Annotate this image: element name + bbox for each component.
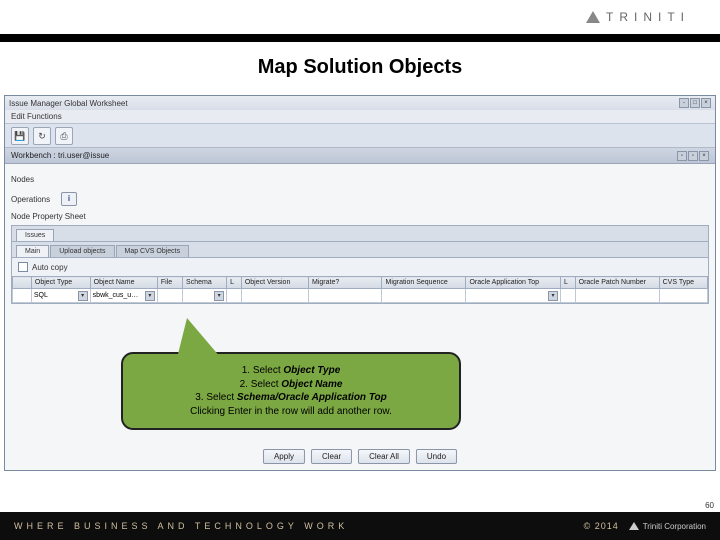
chevron-down-icon[interactable]: ▾: [548, 291, 558, 301]
cell-file[interactable]: [157, 289, 182, 303]
slide-top-bar: TRINITI: [0, 0, 720, 34]
apply-button[interactable]: Apply: [263, 449, 305, 464]
footer-logo: Triniti Corporation: [629, 522, 706, 531]
slide-title: Map Solution Objects: [0, 42, 720, 95]
footer-copyright: © 2014: [584, 521, 619, 531]
cell-cvs-type[interactable]: [659, 289, 707, 303]
panel-max2-icon[interactable]: ▫: [688, 151, 698, 161]
toolbar: 💾 ↻ ⎙: [5, 124, 715, 148]
auto-copy-checkbox[interactable]: [18, 262, 28, 272]
col-migration-sequence[interactable]: Migration Sequence: [382, 277, 466, 289]
panel-close-icon[interactable]: ×: [699, 151, 709, 161]
brand-name: TRINITI: [606, 10, 690, 24]
col-l2[interactable]: L: [560, 277, 575, 289]
undo-button[interactable]: Undo: [416, 449, 457, 464]
window-controls: - □ ×: [679, 98, 711, 108]
tab-strip-2: Main Upload objects Map CVS Objects: [12, 242, 708, 258]
chevron-down-icon[interactable]: ▾: [214, 291, 224, 301]
panel-max-icon[interactable]: ▫: [677, 151, 687, 161]
tab-strip-1: Issues: [12, 226, 708, 242]
cell-l2[interactable]: [560, 289, 575, 303]
action-bar: Apply Clear Clear All Undo: [263, 449, 457, 464]
window-title: Issue Manager Global Worksheet: [9, 99, 128, 108]
cell-oracle-patch[interactable]: [575, 289, 659, 303]
triangle-icon: [629, 522, 639, 530]
brand-logo: TRINITI: [586, 10, 690, 24]
chevron-down-icon[interactable]: ▾: [145, 291, 155, 301]
cell-schema[interactable]: ▾: [183, 289, 227, 303]
objects-table: Object Type Object Name File Schema L Ob…: [12, 276, 708, 303]
workbench-label: Workbench : tri.user@issue: [11, 151, 109, 160]
property-panel: Issues Main Upload objects Map CVS Objec…: [11, 225, 709, 304]
tab-issues[interactable]: Issues: [16, 229, 54, 241]
clear-all-button[interactable]: Clear All: [358, 449, 410, 464]
col-migrate[interactable]: Migrate?: [309, 277, 382, 289]
menu-bar[interactable]: Edit Functions: [5, 110, 715, 124]
table-row[interactable]: SQL▾ sbwk_cus_u…▾ ▾: [13, 289, 708, 303]
footer-tagline: WHERE BUSINESS AND TECHNOLOGY WORK: [14, 521, 348, 531]
cell-object-version[interactable]: [241, 289, 308, 303]
instruction-callout: 1. Select Object Type 2. Select Object N…: [121, 352, 461, 430]
col-oracle-app-top[interactable]: Oracle Application Top: [466, 277, 560, 289]
cell-object-name[interactable]: sbwk_cus_u…▾: [90, 289, 157, 303]
cell-migration-sequence[interactable]: [382, 289, 466, 303]
maximize-icon[interactable]: □: [690, 98, 700, 108]
col-object-type[interactable]: Object Type: [31, 277, 90, 289]
divider-band: [0, 34, 720, 42]
chevron-down-icon[interactable]: ▾: [78, 291, 88, 301]
workbench-header: Workbench : tri.user@issue ▫ ▫ ×: [5, 148, 715, 164]
close-icon[interactable]: ×: [701, 98, 711, 108]
window-title-bar[interactable]: Issue Manager Global Worksheet - □ ×: [5, 96, 715, 110]
save-icon[interactable]: 💾: [11, 127, 29, 145]
tab-main[interactable]: Main: [16, 245, 49, 257]
col-blank[interactable]: [13, 277, 32, 289]
col-object-version[interactable]: Object Version: [241, 277, 308, 289]
cell-object-type[interactable]: SQL▾: [31, 289, 90, 303]
minimize-icon[interactable]: -: [679, 98, 689, 108]
cell-l1[interactable]: [227, 289, 242, 303]
info-button[interactable]: i: [61, 192, 77, 206]
col-cvs-type[interactable]: CVS Type: [659, 277, 707, 289]
page-number: 60: [705, 501, 714, 510]
tab-map-cvs-objects[interactable]: Map CVS Objects: [116, 245, 190, 257]
col-file[interactable]: File: [157, 277, 182, 289]
col-object-name[interactable]: Object Name: [90, 277, 157, 289]
slide-footer: WHERE BUSINESS AND TECHNOLOGY WORK © 201…: [0, 512, 720, 540]
cell-oracle-app-top[interactable]: ▾: [466, 289, 560, 303]
auto-copy-row: Auto copy: [12, 258, 708, 276]
operations-label: Operations: [11, 195, 55, 204]
cell-migrate[interactable]: [309, 289, 382, 303]
app-window: Issue Manager Global Worksheet - □ × Edi…: [4, 95, 716, 471]
col-l1[interactable]: L: [227, 277, 242, 289]
nodes-label: Nodes: [11, 175, 55, 184]
panel-title: Node Property Sheet: [11, 210, 709, 223]
col-schema[interactable]: Schema: [183, 277, 227, 289]
print-icon[interactable]: ⎙: [55, 127, 73, 145]
tab-upload-objects[interactable]: Upload objects: [50, 245, 114, 257]
auto-copy-label: Auto copy: [32, 263, 68, 272]
triangle-icon: [586, 11, 600, 23]
col-oracle-patch[interactable]: Oracle Patch Number: [575, 277, 659, 289]
refresh-icon[interactable]: ↻: [33, 127, 51, 145]
clear-button[interactable]: Clear: [311, 449, 352, 464]
